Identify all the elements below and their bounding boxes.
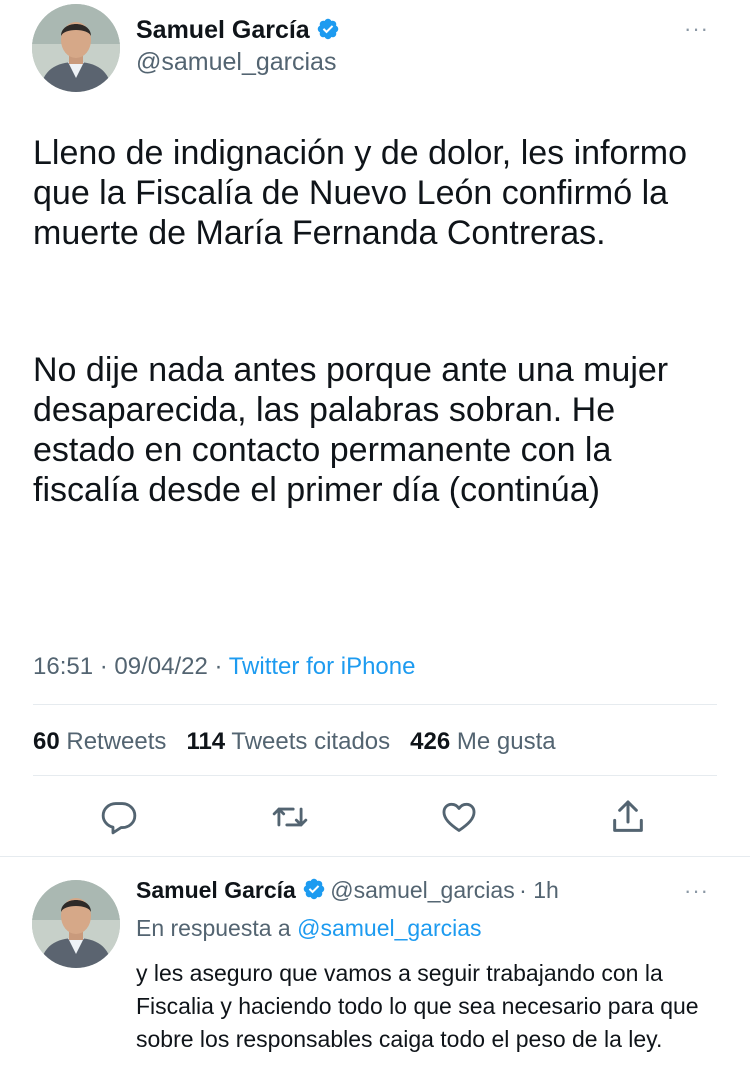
meta-separator: · [207, 653, 229, 680]
author-avatar[interactable] [32, 4, 120, 92]
retweet-icon [272, 807, 308, 827]
tweet-meta: 16:51 · 09/04/22 · Twitter for iPhone [33, 653, 415, 681]
reply-age[interactable]: · 1h [519, 877, 559, 903]
tweet-source-link[interactable]: Twitter for iPhone [229, 653, 416, 680]
reply-header: Samuel García @samuel_garcias · 1h [136, 877, 559, 904]
reply-author-avatar[interactable] [32, 880, 120, 968]
verified-badge-icon [303, 878, 325, 900]
quotes-count: 114 [186, 728, 226, 755]
share-icon [613, 800, 643, 832]
tweet-stats: 60 Retweets 114 Tweets citados 426 Me gu… [33, 728, 556, 756]
tweet-paragraph-1: Lleno de indignación y de dolor, les inf… [33, 134, 687, 252]
meta-separator: · [93, 653, 115, 680]
divider [33, 775, 717, 776]
tweet-paragraph-2: No dije nada antes porque ante una mujer… [33, 351, 669, 509]
share-button[interactable] [608, 797, 648, 837]
likes-stat[interactable]: 426 Me gusta [410, 728, 555, 755]
author-handle[interactable]: @samuel_garcias [136, 48, 336, 77]
reply-more-icon[interactable]: ··· [684, 878, 709, 904]
retweet-button[interactable] [270, 798, 310, 836]
in-reply-handle-link[interactable]: @samuel_garcias [297, 915, 481, 941]
tweet-separator [0, 856, 750, 857]
reply-button[interactable] [100, 798, 138, 836]
author-name-text: Samuel García [136, 16, 310, 44]
reply-author-handle[interactable]: @samuel_garcias [330, 877, 514, 903]
divider [33, 704, 717, 705]
tweet-date: 09/04/22 [114, 653, 208, 680]
retweets-label: Retweets [66, 728, 167, 755]
likes-count: 426 [410, 728, 451, 755]
reply-author-name[interactable]: Samuel García [136, 877, 296, 903]
retweets-stat[interactable]: 60 Retweets [33, 728, 166, 755]
in-reply-prefix: En respuesta a [136, 915, 291, 941]
likes-label: Me gusta [456, 728, 556, 755]
tweet-time: 16:51 [33, 653, 94, 680]
reply-icon [101, 802, 137, 835]
author-name[interactable]: Samuel García [136, 16, 340, 45]
retweets-count: 60 [33, 728, 60, 755]
like-button[interactable] [439, 798, 479, 836]
reply-text: y les aseguro que vamos a seguir trabaja… [136, 960, 699, 1052]
quotes-label: Tweets citados [231, 728, 391, 755]
like-icon [442, 802, 476, 832]
more-icon[interactable]: ··· [684, 16, 709, 42]
in-reply-to: En respuesta a @samuel_garcias [136, 915, 482, 942]
quotes-stat[interactable]: 114 Tweets citados [186, 728, 390, 755]
verified-badge-icon [317, 18, 338, 40]
